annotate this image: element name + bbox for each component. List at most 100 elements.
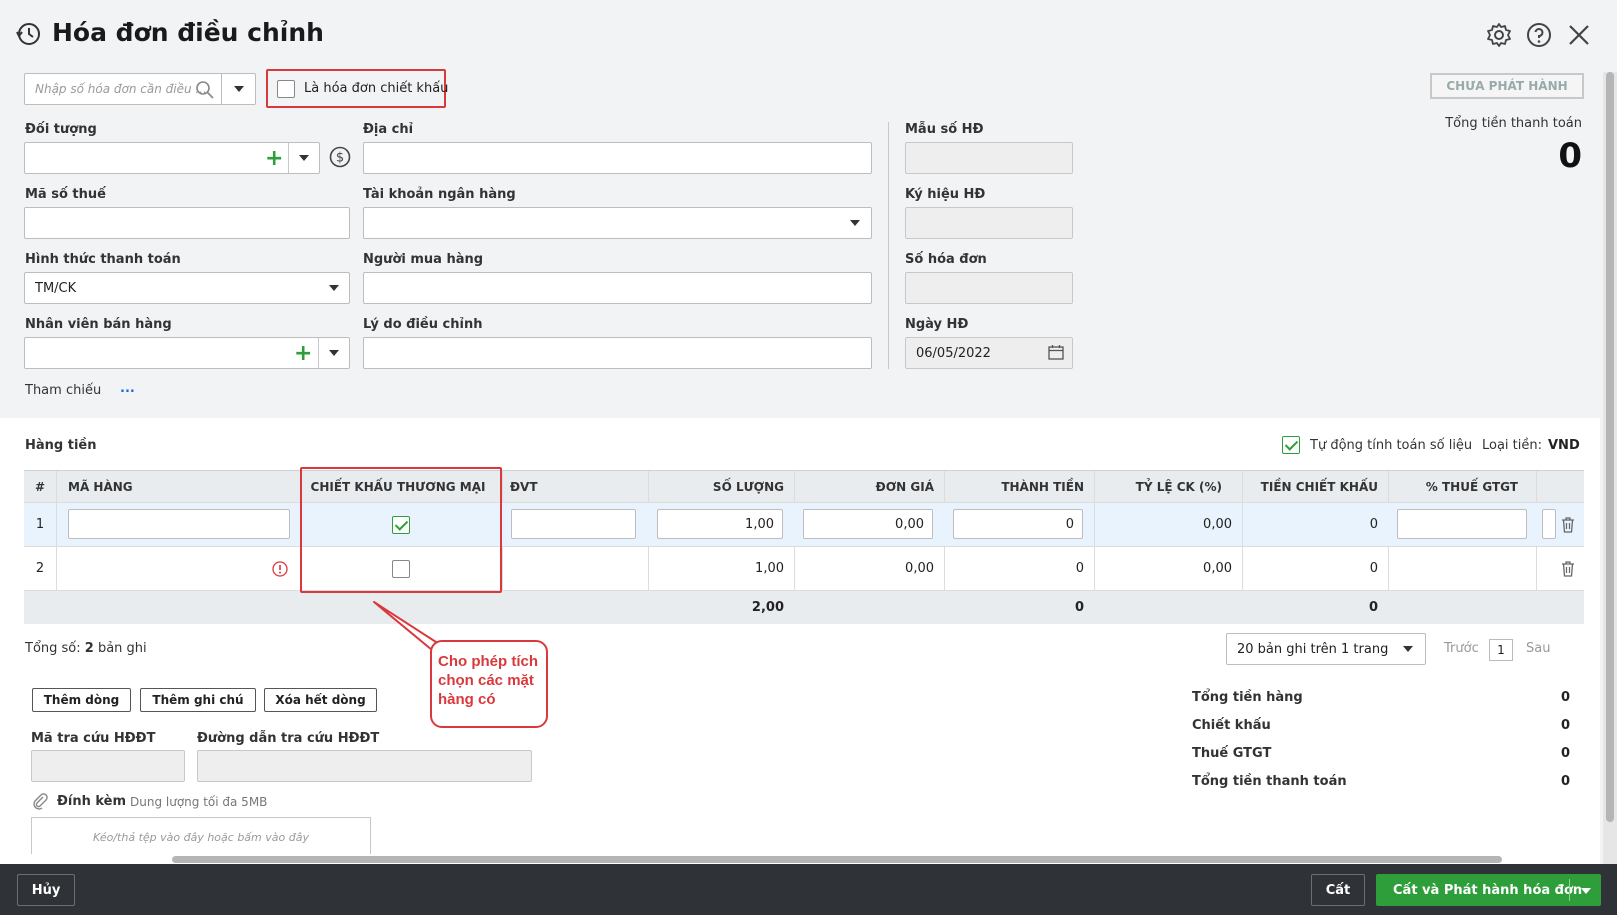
table-totals-row: 2,00 0 0 <box>24 591 1584 624</box>
prev-page-link[interactable]: Trước <box>1444 641 1479 656</box>
col-divider <box>1242 547 1243 590</box>
chevron-down-icon[interactable] <box>850 220 860 226</box>
vertical-scrollbar[interactable] <box>1603 72 1617 864</box>
add-row-button[interactable]: Thêm dòng <box>32 688 131 712</box>
table-row[interactable]: 2 1,00 0,00 0 0,00 0 <box>24 547 1584 591</box>
add-customer-plus-icon[interactable]: + <box>265 148 283 170</box>
chevron-down-icon[interactable] <box>1403 646 1413 652</box>
dvt-input[interactable] <box>511 509 636 539</box>
hinh-thuc-select[interactable]: TM/CK <box>24 272 350 304</box>
col-divider <box>794 547 795 590</box>
delete-all-rows-button[interactable]: Xóa hết dòng <box>264 688 377 712</box>
save-button[interactable]: Cất <box>1311 874 1365 906</box>
ly-do-input[interactable] <box>363 337 872 369</box>
currency-icon[interactable]: $ <box>329 146 351 168</box>
settings-button[interactable] <box>1484 20 1514 50</box>
label-doi-tuong: Đối tượng <box>25 122 97 137</box>
discount-column-highlight <box>300 467 502 593</box>
discount-invoice-label: Là hóa đơn chiết khấu <box>304 81 449 96</box>
add-note-button[interactable]: Thêm ghi chú <box>140 688 256 712</box>
cancel-button[interactable]: Hủy <box>17 874 75 906</box>
mau-so-input <box>905 142 1073 174</box>
page-title: Hóa đơn điều chỉnh <box>52 18 324 47</box>
lookup-code-input <box>31 750 185 782</box>
trash-icon[interactable] <box>1560 560 1576 578</box>
thue-gtgt-input[interactable] <box>1397 509 1527 539</box>
lookup-url-input <box>197 750 532 782</box>
col-divider <box>1388 547 1389 590</box>
col-divider <box>1094 547 1095 590</box>
summary-label: Tổng tiền hàng <box>1192 690 1303 705</box>
col-divider <box>502 547 503 590</box>
don-gia-input[interactable]: 0,00 <box>803 509 933 539</box>
label-dia-chi: Địa chỉ <box>363 122 414 137</box>
save-and-issue-button[interactable]: Cất và Phát hành hóa đơn <box>1376 874 1601 906</box>
attach-label: Đính kèm <box>57 794 127 809</box>
table-row[interactable]: 1 1,00 0,00 0 0,00 0 <box>24 503 1584 547</box>
col-divider <box>1536 471 1537 502</box>
chevron-down-icon <box>234 86 244 92</box>
auto-calc-checkbox[interactable] <box>1282 436 1300 454</box>
annotation-callout: Cho phép tích chọn các mặt hàng có <box>430 640 548 728</box>
status-badge: CHƯA PHÁT HÀNH <box>1430 73 1584 99</box>
help-icon <box>1527 23 1551 47</box>
page-size-select[interactable]: 20 bản ghi trên 1 trang <box>1226 633 1426 665</box>
discount-invoice-checkbox[interactable] <box>277 80 295 98</box>
close-button[interactable] <box>1564 20 1594 50</box>
horizontal-scrollbar[interactable] <box>0 854 1600 864</box>
current-page[interactable]: 1 <box>1489 639 1513 661</box>
col-divider <box>794 471 795 502</box>
summary-value: 0 <box>1560 746 1570 761</box>
col-divider <box>944 471 945 502</box>
ma-so-thue-input[interactable] <box>24 207 350 239</box>
row-number: 2 <box>35 561 45 576</box>
ma-hang-input[interactable] <box>68 509 290 539</box>
search-icon[interactable] <box>195 80 215 100</box>
file-drop-zone[interactable]: Kéo/thả tệp vào đây hoặc bấm vào đây <box>31 817 371 857</box>
dia-chi-input[interactable] <box>363 142 872 174</box>
scrollbar-thumb[interactable] <box>172 856 1502 863</box>
col-divider <box>56 547 57 590</box>
col-header: # <box>34 479 46 494</box>
chevron-down-icon[interactable] <box>1581 888 1591 894</box>
label-ky-hieu: Ký hiệu HĐ <box>905 187 986 202</box>
scrollbar-thumb[interactable] <box>1606 72 1614 822</box>
search-dropdown-button[interactable] <box>221 74 256 104</box>
ty-le-ck-value: 0,00 <box>1203 517 1232 532</box>
don-gia-value: 0,00 <box>895 516 924 532</box>
callout-text: Cho phép tích chọn các mặt hàng có <box>438 653 538 708</box>
extra-column-input[interactable] <box>1542 509 1556 539</box>
so-luong-input[interactable]: 1,00 <box>657 509 783 539</box>
next-page-link[interactable]: Sau <box>1526 641 1550 656</box>
col-divider <box>1536 547 1537 590</box>
help-button[interactable] <box>1524 20 1554 50</box>
chevron-down-icon[interactable] <box>329 350 339 356</box>
history-icon <box>16 23 40 45</box>
calendar-icon[interactable] <box>1048 344 1064 360</box>
chevron-down-icon[interactable] <box>299 155 309 161</box>
invoice-adjust-window: Hóa đơn điều chỉnh Nhập số hóa đơn cần đ… <box>0 0 1617 915</box>
paperclip-icon <box>33 793 48 810</box>
chevron-down-icon[interactable] <box>329 285 339 291</box>
thanh-tien-value: 0 <box>1065 516 1074 532</box>
don-gia-value: 0,00 <box>905 561 934 576</box>
close-icon <box>1569 25 1589 45</box>
tham-chieu-more-link[interactable]: ... <box>120 381 135 396</box>
nguoi-mua-input[interactable] <box>363 272 872 304</box>
invoice-search-box[interactable]: Nhập số hóa đơn cần điều ... <box>24 73 256 105</box>
so-luong-value: 1,00 <box>755 561 784 576</box>
col-header: THÀNH TIỀN <box>1001 479 1084 494</box>
add-employee-plus-icon[interactable]: + <box>294 343 312 365</box>
auto-calc-label: Tự động tính toán số liệu <box>1310 438 1473 453</box>
tai-khoan-select[interactable] <box>363 207 872 239</box>
warning-icon <box>272 561 288 577</box>
label-ma-so-thue: Mã số thuế <box>25 187 106 202</box>
save-and-issue-label: Cất và Phát hành hóa đơn <box>1393 882 1583 898</box>
thanh-tien-input[interactable]: 0 <box>953 509 1083 539</box>
search-placeholder: Nhập số hóa đơn cần điều ... <box>35 82 207 96</box>
summary-value: 0 <box>1560 774 1570 789</box>
record-count-prefix: Tổng số: <box>25 641 81 656</box>
trash-icon[interactable] <box>1560 516 1576 534</box>
record-count-value: 2 <box>84 641 94 656</box>
tien-ck-value: 0 <box>1369 561 1378 576</box>
